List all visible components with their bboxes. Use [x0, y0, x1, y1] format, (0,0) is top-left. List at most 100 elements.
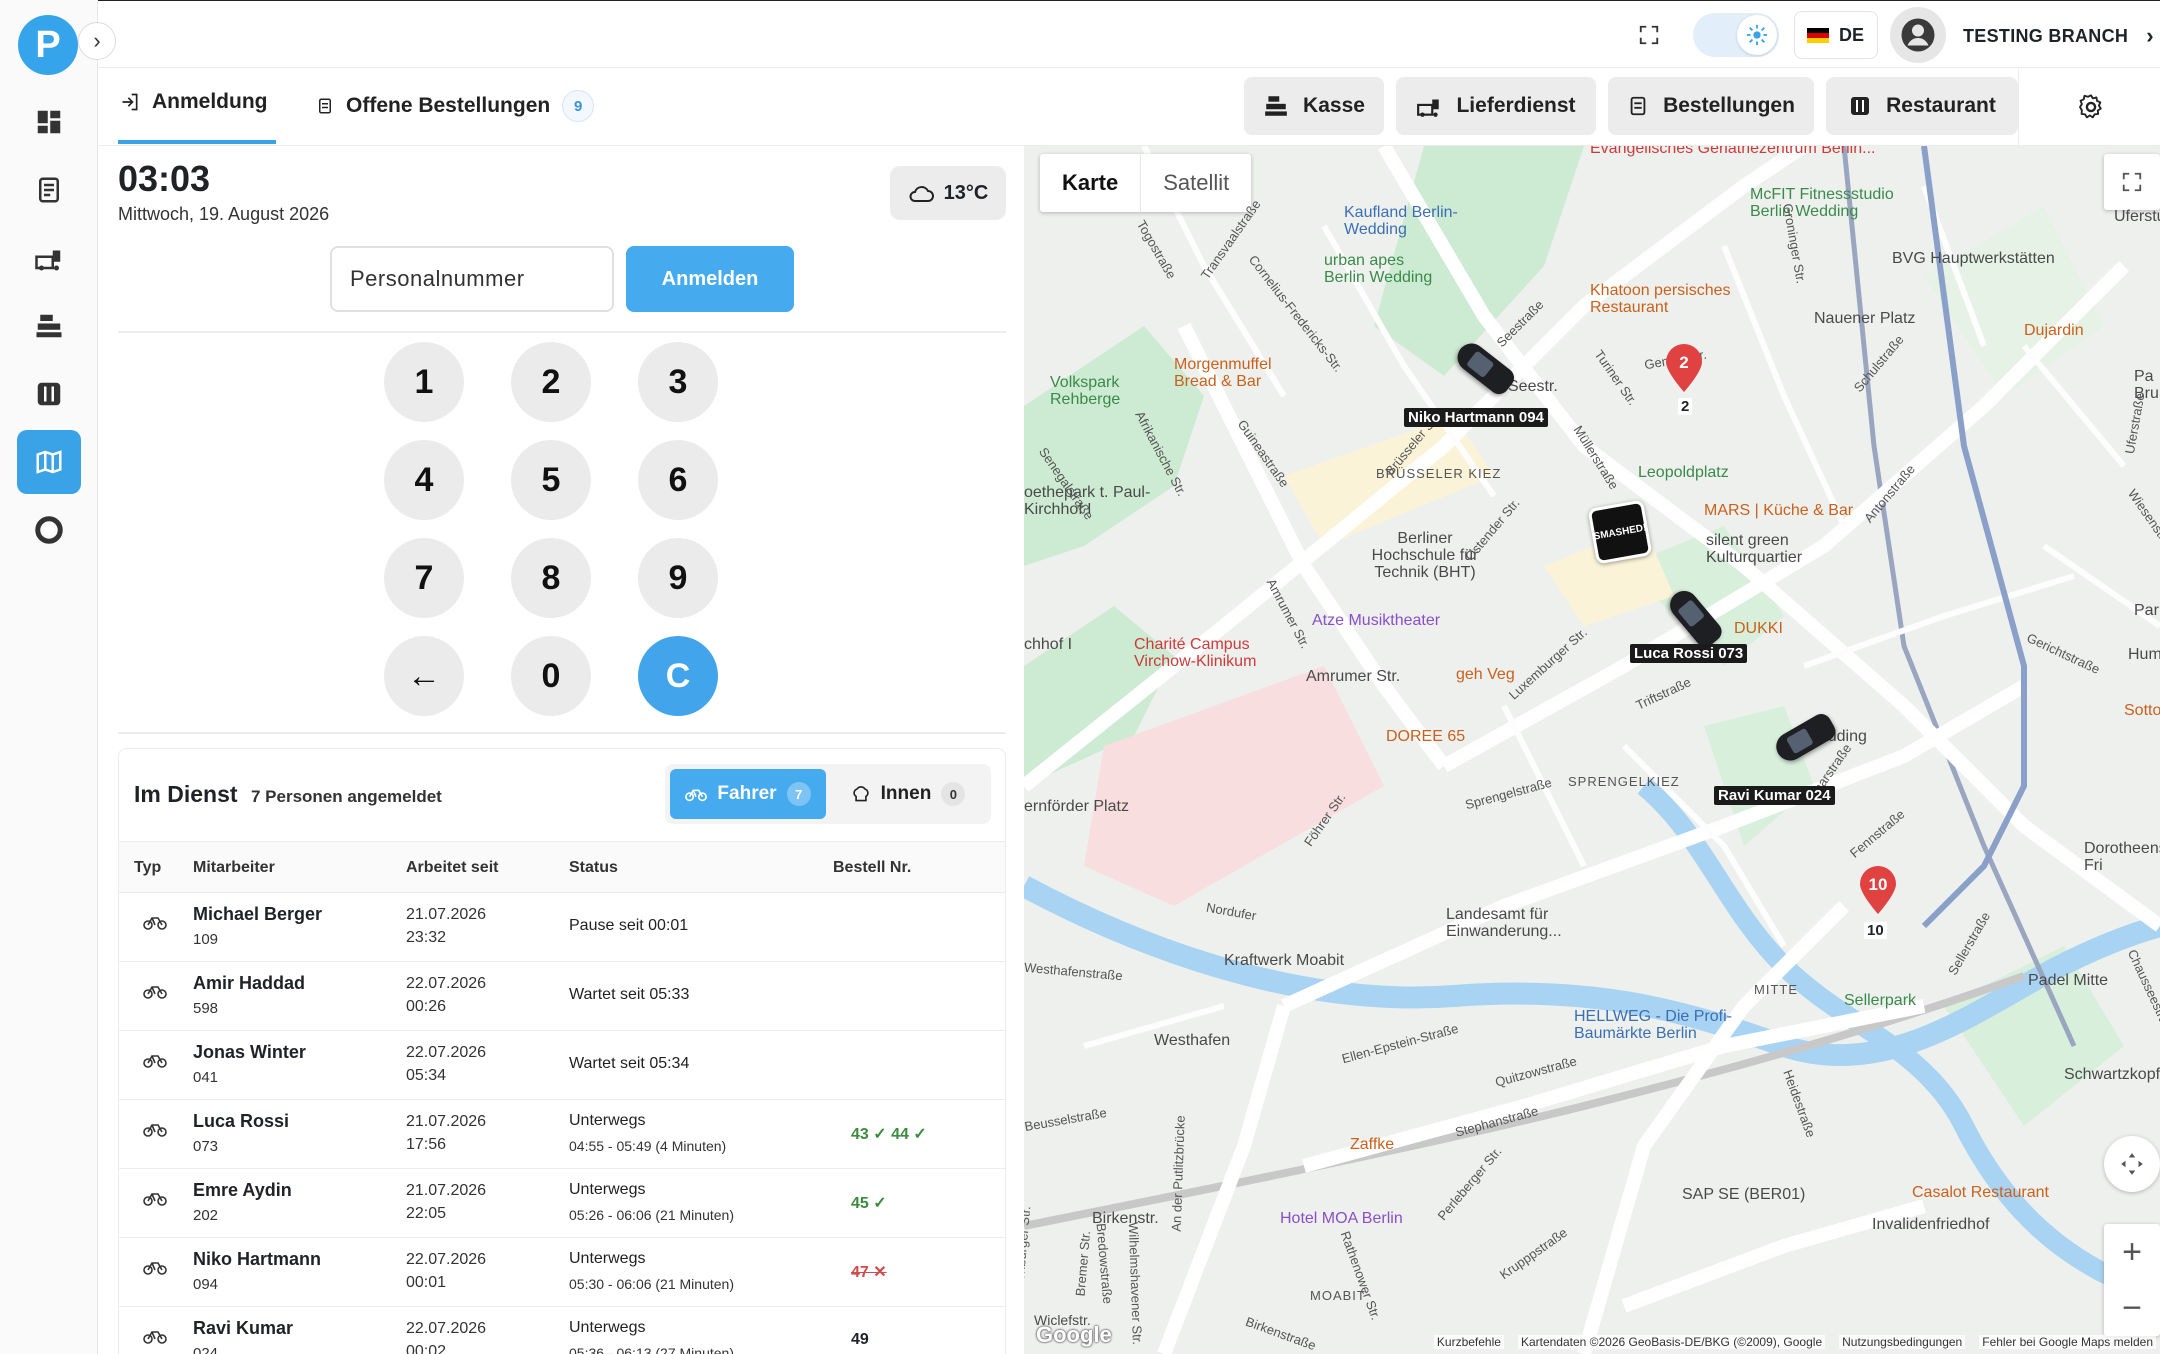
bicycle-icon	[143, 1120, 167, 1143]
app-logo[interactable]: P	[18, 15, 78, 75]
map-type-map-button[interactable]: Karte	[1040, 154, 1140, 212]
on-duty-subtitle: 7 Personen angemeldet	[251, 787, 442, 806]
tab-login-label: Anmeldung	[152, 90, 268, 113]
nav-restaurant-button[interactable]: Restaurant	[1826, 77, 2018, 135]
login-button[interactable]: Anmelden	[626, 246, 794, 312]
sidebar-item-cash-register[interactable]	[17, 294, 81, 358]
tab-open-orders[interactable]: Offene Bestellungen 9	[316, 90, 595, 122]
table-row[interactable]: Ravi Kumar 024 22.07.2026 00:02 Unterwegs 05:…	[119, 1307, 1005, 1354]
keypad-clear[interactable]: C	[638, 636, 718, 716]
map-camera-control[interactable]	[2104, 1136, 2160, 1192]
order-pin[interactable]: 10	[1858, 866, 1898, 916]
store-marker[interactable]: SMASHED!	[1587, 499, 1653, 565]
map-label: Kraftwerk Moabit	[1224, 952, 1345, 969]
bicycle-icon	[685, 789, 708, 802]
theme-toggle[interactable]	[1693, 13, 1779, 57]
sidebar-item-map[interactable]	[17, 430, 81, 494]
zoom-in-button[interactable]: +	[2104, 1224, 2160, 1280]
map-label: Sellerpark	[1844, 992, 1917, 1009]
keypad-backspace[interactable]: ←	[384, 636, 464, 716]
keypad-key[interactable]: 5	[511, 440, 591, 520]
keypad-key[interactable]: 2	[511, 342, 591, 422]
column-header-status: Status	[569, 859, 618, 876]
status-text: Pause seit 00:01	[569, 917, 689, 934]
user-avatar[interactable]	[1890, 7, 1946, 63]
chef-hat-icon	[852, 786, 869, 802]
order-pin-label: 2	[1678, 398, 1693, 415]
employee-id: 024	[193, 1345, 219, 1354]
map-label: urban apes Berlin Wedding	[1324, 252, 1433, 286]
active-tab-indicator	[118, 140, 276, 144]
sub-navigation: Anmeldung Offene Bestellungen 9 Kasse Li…	[98, 68, 2160, 146]
nav-restaurant-label: Restaurant	[1886, 94, 1996, 117]
nav-lieferdienst-button[interactable]: Lieferdienst	[1396, 77, 1596, 135]
map-label: Uferstudio	[2114, 208, 2160, 225]
sidebar-expand-button[interactable]: ›	[78, 22, 116, 60]
sidebar-item-restaurant[interactable]	[17, 362, 81, 426]
keypad-key[interactable]: 6	[638, 440, 718, 520]
sidebar-item-dashboard[interactable]	[17, 90, 81, 154]
receipt-icon	[319, 98, 331, 114]
table-row[interactable]: Jonas Winter 041 22.07.2026 05:34 Wartet sei…	[119, 1031, 1005, 1100]
keyboard-shortcuts-link[interactable]: Kurzbefehle	[1433, 1335, 1504, 1349]
keypad-key[interactable]: 3	[638, 342, 718, 422]
filter-inside-button[interactable]: Innen 0	[831, 769, 985, 819]
nav-kasse-button[interactable]: Kasse	[1244, 77, 1384, 135]
settings-button[interactable]	[2018, 68, 2160, 146]
table-row[interactable]: Emre Aydin 202 21.07.2026 22:05 Unterwegs 05:…	[119, 1169, 1005, 1238]
delivery-icon	[35, 250, 61, 271]
keypad-key[interactable]: 7	[384, 538, 464, 618]
branch-selector[interactable]: TESTING BRANCH ›	[1963, 23, 2154, 49]
driver-label: Ravi Kumar 024	[1714, 786, 1835, 805]
fullscreen-button[interactable]	[1633, 19, 1665, 51]
login-icon	[122, 93, 138, 111]
report-error-link[interactable]: Fehler bei Google Maps melden	[1979, 1335, 2156, 1349]
order-numbers[interactable]: 49	[851, 1331, 869, 1349]
keypad-key[interactable]: 1	[384, 342, 464, 422]
zoom-out-button[interactable]: −	[2104, 1280, 2160, 1336]
employee-id: 109	[193, 931, 219, 948]
map-fullscreen-button[interactable]	[2104, 154, 2160, 210]
working-since-date: 22.07.2026	[406, 1320, 487, 1337]
map-type-satellite-button[interactable]: Satellit	[1140, 154, 1251, 212]
map-canvas	[1024, 146, 2160, 1354]
working-since-time: 23:32	[406, 929, 447, 946]
tab-open-orders-label: Offene Bestellungen	[346, 94, 551, 117]
map-label: Landesamt für Einwanderung...	[1446, 906, 1562, 940]
working-since-time: 00:01	[406, 1274, 447, 1291]
table-row[interactable]: Luca Rossi 073 21.07.2026 17:56 Unterwegs 04:…	[119, 1100, 1005, 1169]
employee-name: Amir Haddad	[193, 973, 306, 993]
cash-register-icon	[36, 314, 62, 338]
sidebar-item-delivery[interactable]	[17, 226, 81, 290]
sidebar-item-orders[interactable]	[17, 158, 81, 222]
order-numbers[interactable]: 47 ✕	[851, 1262, 887, 1282]
map-label: Padel Mitte	[2028, 972, 2109, 989]
restaurant-icon	[1851, 97, 1870, 115]
map-label: ernförder Platz	[1024, 798, 1129, 815]
keypad-key[interactable]: 8	[511, 538, 591, 618]
table-row[interactable]: Niko Hartmann 094 22.07.2026 00:01 Unterwegs…	[119, 1238, 1005, 1307]
on-duty-panel: Im Dienst 7 Personen angemeldet Fahrer 7…	[118, 748, 1006, 1354]
sidebar-item-support[interactable]	[17, 498, 81, 562]
map-label: Par	[2134, 602, 2159, 619]
filter-drivers-label: Fahrer	[717, 783, 777, 804]
map-label: SAP SE (BER01)	[1682, 1186, 1806, 1203]
keypad-key[interactable]: 4	[384, 440, 464, 520]
nav-bestellungen-button[interactable]: Bestellungen	[1608, 77, 1814, 135]
language-selector[interactable]: DE	[1794, 11, 1878, 59]
map[interactable]: Karte Satellit + − Evangelisches Geriatr…	[1024, 146, 2160, 1354]
filter-drivers-button[interactable]: Fahrer 7	[670, 769, 826, 819]
terms-link[interactable]: Nutzungsbedingungen	[1839, 1335, 1966, 1349]
table-row[interactable]: Michael Berger 109 21.07.2026 23:32 Pause se…	[119, 893, 1005, 962]
status-text: Wartet seit 05:34	[569, 1055, 690, 1072]
order-numbers[interactable]: 45 ✓	[851, 1193, 887, 1213]
table-row[interactable]: Amir Haddad 598 22.07.2026 00:26 Wartet seit…	[119, 962, 1005, 1031]
keypad-key[interactable]: 9	[638, 538, 718, 618]
personnel-number-input[interactable]	[330, 246, 614, 312]
map-label: Dujardin	[2024, 322, 2084, 339]
keypad-key[interactable]: 0	[511, 636, 591, 716]
map-label: Westhafen	[1154, 1032, 1231, 1049]
tab-login[interactable]: Anmeldung	[120, 90, 268, 114]
order-numbers[interactable]: 43 ✓ 44 ✓	[851, 1124, 927, 1144]
order-pin[interactable]: 2	[1664, 344, 1704, 394]
